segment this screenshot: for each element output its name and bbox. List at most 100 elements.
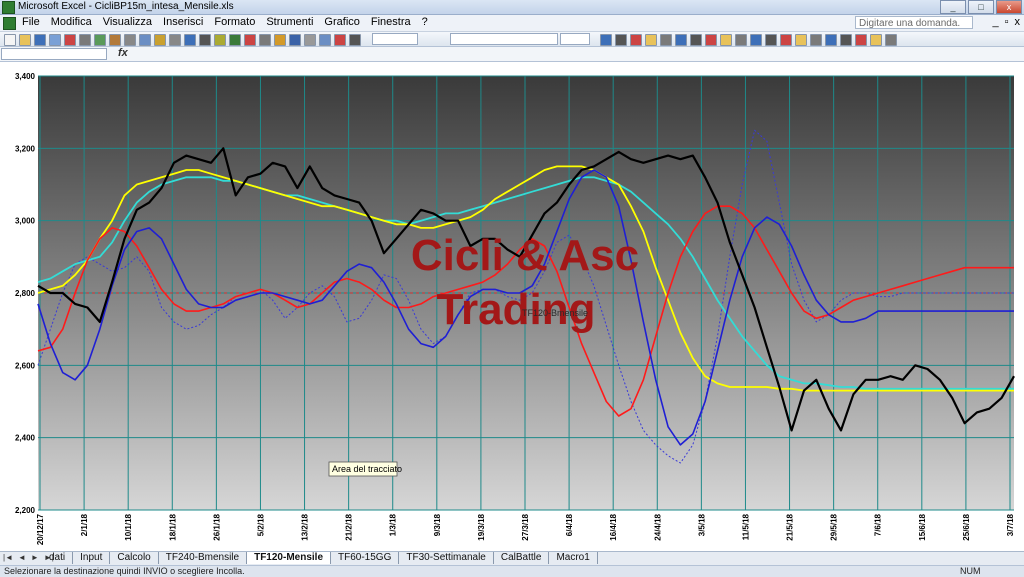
x-tick-label-15: 3/5/18: [697, 513, 706, 536]
toolbar-button-0[interactable]: [4, 34, 16, 46]
x-tick-label-6: 13/2/18: [301, 513, 310, 540]
menu-item-3[interactable]: Inserisci: [163, 16, 203, 28]
sheet-tab-7[interactable]: CalBattle: [494, 552, 550, 564]
format-toolbar-button-10[interactable]: [750, 34, 762, 46]
toolbar-button-23[interactable]: [349, 34, 361, 46]
menu-item-1[interactable]: Modifica: [51, 16, 92, 28]
toolbar-button-3[interactable]: [49, 34, 61, 46]
x-tick-label-4: 26/1/18: [212, 513, 221, 540]
format-toolbar-button-2[interactable]: [630, 34, 642, 46]
fx-icon[interactable]: fx: [118, 47, 128, 59]
y-tick-label-5: 2,400: [15, 434, 36, 443]
format-toolbar-button-18[interactable]: [870, 34, 882, 46]
menu-item-4[interactable]: Formato: [214, 16, 255, 28]
sheet-tab-0[interactable]: dati: [42, 552, 74, 564]
document-icon[interactable]: [3, 17, 16, 30]
watermark-line1: Cicli & Asc: [411, 231, 639, 280]
format-toolbar-button-1[interactable]: [615, 34, 627, 46]
sheet-tab-2[interactable]: Calcolo: [110, 552, 159, 564]
toolbar-button-12[interactable]: [184, 34, 196, 46]
status-bar: Selezionare la destinazione quindi INVIO…: [0, 565, 1024, 577]
toolbar-button-18[interactable]: [274, 34, 286, 46]
sheet-tab-5[interactable]: TF60-15GG: [331, 552, 400, 564]
menu-bar: File Modifica Visualizza Inserisci Formato St…: [0, 15, 1024, 32]
format-toolbar-button-9[interactable]: [735, 34, 747, 46]
format-toolbar-button-4[interactable]: [660, 34, 672, 46]
toolbar-button-17[interactable]: [259, 34, 271, 46]
sheet-tab-4[interactable]: TF120-Mensile: [247, 552, 332, 564]
sheet-tab-6[interactable]: TF30-Settimanale: [399, 552, 494, 564]
toolbar-button-22[interactable]: [334, 34, 346, 46]
formula-bar: fx: [0, 47, 1024, 62]
toolbar-button-8[interactable]: [124, 34, 136, 46]
toolbar-button-11[interactable]: [169, 34, 181, 46]
tab-nav-button-2[interactable]: ►: [31, 553, 39, 562]
format-toolbar-button-7[interactable]: [705, 34, 717, 46]
window-controls: _ □ x: [940, 0, 1022, 14]
tab-nav-button-0[interactable]: |◄: [3, 553, 13, 562]
toolbar-button-7[interactable]: [109, 34, 121, 46]
menu-item-6[interactable]: Grafico: [324, 16, 359, 28]
toolbar-button-16[interactable]: [244, 34, 256, 46]
format-toolbar-button-17[interactable]: [855, 34, 867, 46]
toolbar-button-9[interactable]: [139, 34, 151, 46]
name-box[interactable]: [1, 48, 107, 60]
x-tick-label-20: 15/6/18: [918, 513, 927, 540]
toolbar-button-13[interactable]: [199, 34, 211, 46]
x-tick-label-16: 11/5/18: [741, 513, 750, 540]
close-button[interactable]: x: [996, 0, 1022, 14]
toolbar-button-14[interactable]: [214, 34, 226, 46]
format-toolbar-button-16[interactable]: [840, 34, 852, 46]
sheet-tab-3[interactable]: TF240-Bmensile: [159, 552, 248, 564]
y-tick-label-2: 3,000: [15, 217, 36, 226]
font-name-combo[interactable]: [450, 33, 558, 45]
toolbar-button-5[interactable]: [79, 34, 91, 46]
x-tick-label-1: 2/1/18: [80, 513, 89, 536]
help-search-input[interactable]: Digitare una domanda.: [855, 16, 973, 29]
menu-item-8[interactable]: ?: [422, 16, 428, 28]
format-toolbar-button-13[interactable]: [795, 34, 807, 46]
toolbar-button-20[interactable]: [304, 34, 316, 46]
sheet-tab-1[interactable]: Input: [73, 552, 111, 564]
toolbar-button-6[interactable]: [94, 34, 106, 46]
toolbar-button-1[interactable]: [19, 34, 31, 46]
y-tick-label-6: 2,200: [15, 506, 36, 515]
format-toolbar-button-6[interactable]: [690, 34, 702, 46]
x-tick-label-19: 7/6/18: [874, 513, 883, 536]
workbook-restore-button[interactable]: ▫: [1005, 16, 1009, 28]
menu-item-5[interactable]: Strumenti: [266, 16, 313, 28]
excel-app-icon: [2, 1, 15, 14]
chart-area[interactable]: 3,400 3,200 3,000 2,800 2,600 2,400 2,200 20/1…: [0, 62, 1024, 550]
menu-items: File Modifica Visualizza Inserisci Formato St…: [22, 16, 428, 28]
format-toolbar-button-11[interactable]: [765, 34, 777, 46]
sheet-tabs: dati Input Calcolo TF240-Bmensile TF120-Mens…: [42, 552, 598, 564]
zoom-combo[interactable]: [372, 33, 418, 45]
format-toolbar-button-0[interactable]: [600, 34, 612, 46]
format-toolbar-button-5[interactable]: [675, 34, 687, 46]
menu-item-0[interactable]: File: [22, 16, 40, 28]
format-toolbar-button-15[interactable]: [825, 34, 837, 46]
toolbar-button-21[interactable]: [319, 34, 331, 46]
toolbar-button-10[interactable]: [154, 34, 166, 46]
format-toolbar-button-19[interactable]: [885, 34, 897, 46]
toolbar-button-4[interactable]: [64, 34, 76, 46]
format-toolbar-button-3[interactable]: [645, 34, 657, 46]
format-toolbar-button-12[interactable]: [780, 34, 792, 46]
minimize-button[interactable]: _: [940, 0, 966, 14]
toolbar-button-19[interactable]: [289, 34, 301, 46]
maximize-button[interactable]: □: [968, 0, 994, 14]
workbook-close-button[interactable]: x: [1015, 16, 1021, 28]
format-toolbar-button-8[interactable]: [720, 34, 732, 46]
tab-nav-button-1[interactable]: ◄: [18, 553, 26, 562]
workbook-minimize-button[interactable]: _: [992, 16, 998, 28]
font-size-combo[interactable]: [560, 33, 590, 45]
menu-item-2[interactable]: Visualizza: [103, 16, 152, 28]
toolbar-button-2[interactable]: [34, 34, 46, 46]
toolbar-button-15[interactable]: [229, 34, 241, 46]
x-tick-label-3: 18/1/18: [168, 513, 177, 540]
sheet-tab-8[interactable]: Macro1: [549, 552, 598, 564]
tooltip-text: Area del tracciato: [332, 464, 402, 474]
standard-toolbar: [0, 32, 1024, 47]
format-toolbar-button-14[interactable]: [810, 34, 822, 46]
menu-item-7[interactable]: Finestra: [371, 16, 411, 28]
